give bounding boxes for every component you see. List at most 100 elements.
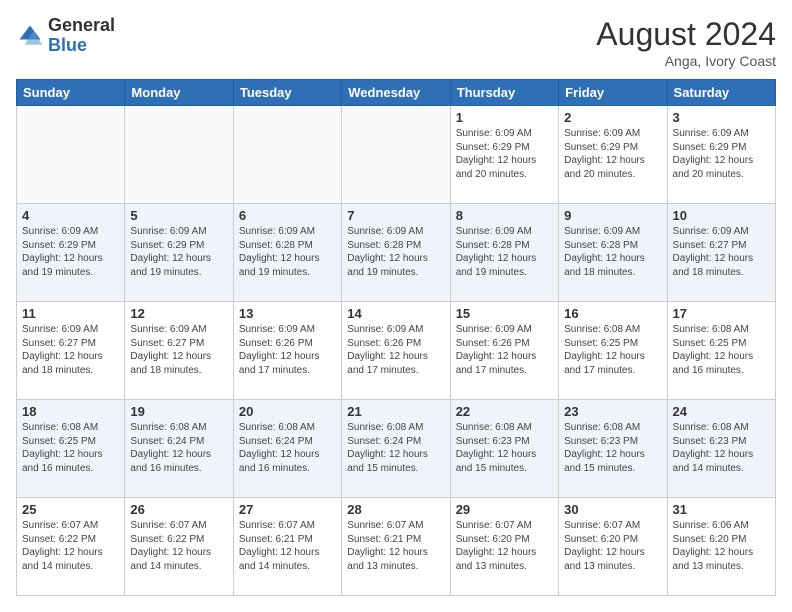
day-info: Sunrise: 6:08 AM Sunset: 6:23 PM Dayligh… xyxy=(673,421,770,475)
day-info: Sunrise: 6:09 AM Sunset: 6:28 PM Dayligh… xyxy=(564,225,661,279)
day-number: 13 xyxy=(239,306,336,321)
day-number: 29 xyxy=(456,502,553,517)
calendar-cell: 29Sunrise: 6:07 AM Sunset: 6:20 PM Dayli… xyxy=(450,498,558,596)
day-number: 4 xyxy=(22,208,119,223)
day-info: Sunrise: 6:07 AM Sunset: 6:21 PM Dayligh… xyxy=(347,519,444,573)
day-info: Sunrise: 6:08 AM Sunset: 6:25 PM Dayligh… xyxy=(22,421,119,475)
day-header-thursday: Thursday xyxy=(450,80,558,106)
calendar-cell: 16Sunrise: 6:08 AM Sunset: 6:25 PM Dayli… xyxy=(559,302,667,400)
day-info: Sunrise: 6:07 AM Sunset: 6:22 PM Dayligh… xyxy=(22,519,119,573)
logo-text: General Blue xyxy=(48,16,115,56)
header: General Blue August 2024 Anga, Ivory Coa… xyxy=(16,16,776,69)
day-header-tuesday: Tuesday xyxy=(233,80,341,106)
calendar-cell: 1 Sunrise: 6:09 AM Sunset: 6:29 PM Daylig… xyxy=(450,106,558,204)
day-info: Sunrise: 6:09 AM Sunset: 6:29 PM Dayligh… xyxy=(456,127,553,181)
day-number: 19 xyxy=(130,404,227,419)
calendar-cell xyxy=(17,106,125,204)
calendar-week-row: 25Sunrise: 6:07 AM Sunset: 6:22 PM Dayli… xyxy=(17,498,776,596)
day-number: 15 xyxy=(456,306,553,321)
calendar-table: SundayMondayTuesdayWednesdayThursdayFrid… xyxy=(16,79,776,596)
day-info: Sunrise: 6:07 AM Sunset: 6:20 PM Dayligh… xyxy=(564,519,661,573)
day-number: 24 xyxy=(673,404,770,419)
calendar-cell: 21 Sunrise: 6:08 AM Sunset: 6:24 PM Dayli… xyxy=(342,400,450,498)
day-info: Sunrise: 6:08 AM Sunset: 6:24 PM Dayligh… xyxy=(347,421,444,475)
day-number: 18 xyxy=(22,404,119,419)
calendar-cell: 22Sunrise: 6:08 AM Sunset: 6:23 PM Dayli… xyxy=(450,400,558,498)
calendar-cell: 4 Sunrise: 6:09 AM Sunset: 6:29 PM Daylig… xyxy=(17,204,125,302)
calendar-week-row: 18 Sunrise: 6:08 AM Sunset: 6:25 PM Dayli… xyxy=(17,400,776,498)
day-info: Sunrise: 6:09 AM Sunset: 6:28 PM Dayligh… xyxy=(347,225,444,279)
calendar-week-row: 4 Sunrise: 6:09 AM Sunset: 6:29 PM Daylig… xyxy=(17,204,776,302)
day-info: Sunrise: 6:09 AM Sunset: 6:26 PM Dayligh… xyxy=(347,323,444,377)
calendar-cell: 27Sunrise: 6:07 AM Sunset: 6:21 PM Dayli… xyxy=(233,498,341,596)
day-info: Sunrise: 6:07 AM Sunset: 6:22 PM Dayligh… xyxy=(130,519,227,573)
calendar-cell: 14 Sunrise: 6:09 AM Sunset: 6:26 PM Dayli… xyxy=(342,302,450,400)
day-info: Sunrise: 6:09 AM Sunset: 6:29 PM Dayligh… xyxy=(22,225,119,279)
calendar-cell: 20 Sunrise: 6:08 AM Sunset: 6:24 PM Dayli… xyxy=(233,400,341,498)
day-number: 26 xyxy=(130,502,227,517)
calendar-cell: 25Sunrise: 6:07 AM Sunset: 6:22 PM Dayli… xyxy=(17,498,125,596)
day-number: 1 xyxy=(456,110,553,125)
day-number: 14 xyxy=(347,306,444,321)
logo-blue: Blue xyxy=(48,35,87,55)
day-info: Sunrise: 6:09 AM Sunset: 6:29 PM Dayligh… xyxy=(564,127,661,181)
calendar-cell: 28 Sunrise: 6:07 AM Sunset: 6:21 PM Dayli… xyxy=(342,498,450,596)
location: Anga, Ivory Coast xyxy=(596,53,776,69)
day-info: Sunrise: 6:09 AM Sunset: 6:28 PM Dayligh… xyxy=(456,225,553,279)
day-number: 8 xyxy=(456,208,553,223)
day-info: Sunrise: 6:08 AM Sunset: 6:24 PM Dayligh… xyxy=(130,421,227,475)
day-header-monday: Monday xyxy=(125,80,233,106)
day-info: Sunrise: 6:06 AM Sunset: 6:20 PM Dayligh… xyxy=(673,519,770,573)
day-header-sunday: Sunday xyxy=(17,80,125,106)
calendar-cell: 5Sunrise: 6:09 AM Sunset: 6:29 PM Daylig… xyxy=(125,204,233,302)
day-number: 16 xyxy=(564,306,661,321)
month-year: August 2024 xyxy=(596,16,776,53)
calendar-cell xyxy=(125,106,233,204)
day-number: 2 xyxy=(564,110,661,125)
logo-icon xyxy=(16,22,44,50)
day-number: 11 xyxy=(22,306,119,321)
day-number: 27 xyxy=(239,502,336,517)
day-number: 17 xyxy=(673,306,770,321)
calendar-cell: 9 Sunrise: 6:09 AM Sunset: 6:28 PM Daylig… xyxy=(559,204,667,302)
page: General Blue August 2024 Anga, Ivory Coa… xyxy=(0,0,792,612)
day-number: 22 xyxy=(456,404,553,419)
day-info: Sunrise: 6:08 AM Sunset: 6:25 PM Dayligh… xyxy=(673,323,770,377)
day-header-friday: Friday xyxy=(559,80,667,106)
day-number: 7 xyxy=(347,208,444,223)
day-info: Sunrise: 6:08 AM Sunset: 6:24 PM Dayligh… xyxy=(239,421,336,475)
day-number: 31 xyxy=(673,502,770,517)
calendar-cell: 11 Sunrise: 6:09 AM Sunset: 6:27 PM Dayli… xyxy=(17,302,125,400)
logo-general: General xyxy=(48,15,115,35)
day-info: Sunrise: 6:09 AM Sunset: 6:26 PM Dayligh… xyxy=(456,323,553,377)
day-number: 5 xyxy=(130,208,227,223)
day-info: Sunrise: 6:09 AM Sunset: 6:26 PM Dayligh… xyxy=(239,323,336,377)
day-info: Sunrise: 6:09 AM Sunset: 6:28 PM Dayligh… xyxy=(239,225,336,279)
calendar-cell: 7 Sunrise: 6:09 AM Sunset: 6:28 PM Daylig… xyxy=(342,204,450,302)
day-info: Sunrise: 6:09 AM Sunset: 6:27 PM Dayligh… xyxy=(130,323,227,377)
day-number: 9 xyxy=(564,208,661,223)
calendar-cell: 26 Sunrise: 6:07 AM Sunset: 6:22 PM Dayli… xyxy=(125,498,233,596)
calendar-cell xyxy=(233,106,341,204)
calendar-header-row: SundayMondayTuesdayWednesdayThursdayFrid… xyxy=(17,80,776,106)
day-number: 28 xyxy=(347,502,444,517)
calendar-cell: 10 Sunrise: 6:09 AM Sunset: 6:27 PM Dayli… xyxy=(667,204,775,302)
day-header-saturday: Saturday xyxy=(667,80,775,106)
calendar-cell: 30Sunrise: 6:07 AM Sunset: 6:20 PM Dayli… xyxy=(559,498,667,596)
day-number: 23 xyxy=(564,404,661,419)
day-info: Sunrise: 6:09 AM Sunset: 6:27 PM Dayligh… xyxy=(22,323,119,377)
calendar-cell: 6 Sunrise: 6:09 AM Sunset: 6:28 PM Daylig… xyxy=(233,204,341,302)
calendar-cell: 19 Sunrise: 6:08 AM Sunset: 6:24 PM Dayli… xyxy=(125,400,233,498)
calendar-cell: 12Sunrise: 6:09 AM Sunset: 6:27 PM Dayli… xyxy=(125,302,233,400)
day-number: 6 xyxy=(239,208,336,223)
calendar-cell: 13 Sunrise: 6:09 AM Sunset: 6:26 PM Dayli… xyxy=(233,302,341,400)
day-info: Sunrise: 6:09 AM Sunset: 6:27 PM Dayligh… xyxy=(673,225,770,279)
day-number: 21 xyxy=(347,404,444,419)
calendar-cell: 17 Sunrise: 6:08 AM Sunset: 6:25 PM Dayli… xyxy=(667,302,775,400)
calendar-week-row: 11 Sunrise: 6:09 AM Sunset: 6:27 PM Dayli… xyxy=(17,302,776,400)
day-number: 10 xyxy=(673,208,770,223)
day-number: 20 xyxy=(239,404,336,419)
calendar-cell: 8 Sunrise: 6:09 AM Sunset: 6:28 PM Daylig… xyxy=(450,204,558,302)
day-info: Sunrise: 6:08 AM Sunset: 6:23 PM Dayligh… xyxy=(564,421,661,475)
day-number: 3 xyxy=(673,110,770,125)
